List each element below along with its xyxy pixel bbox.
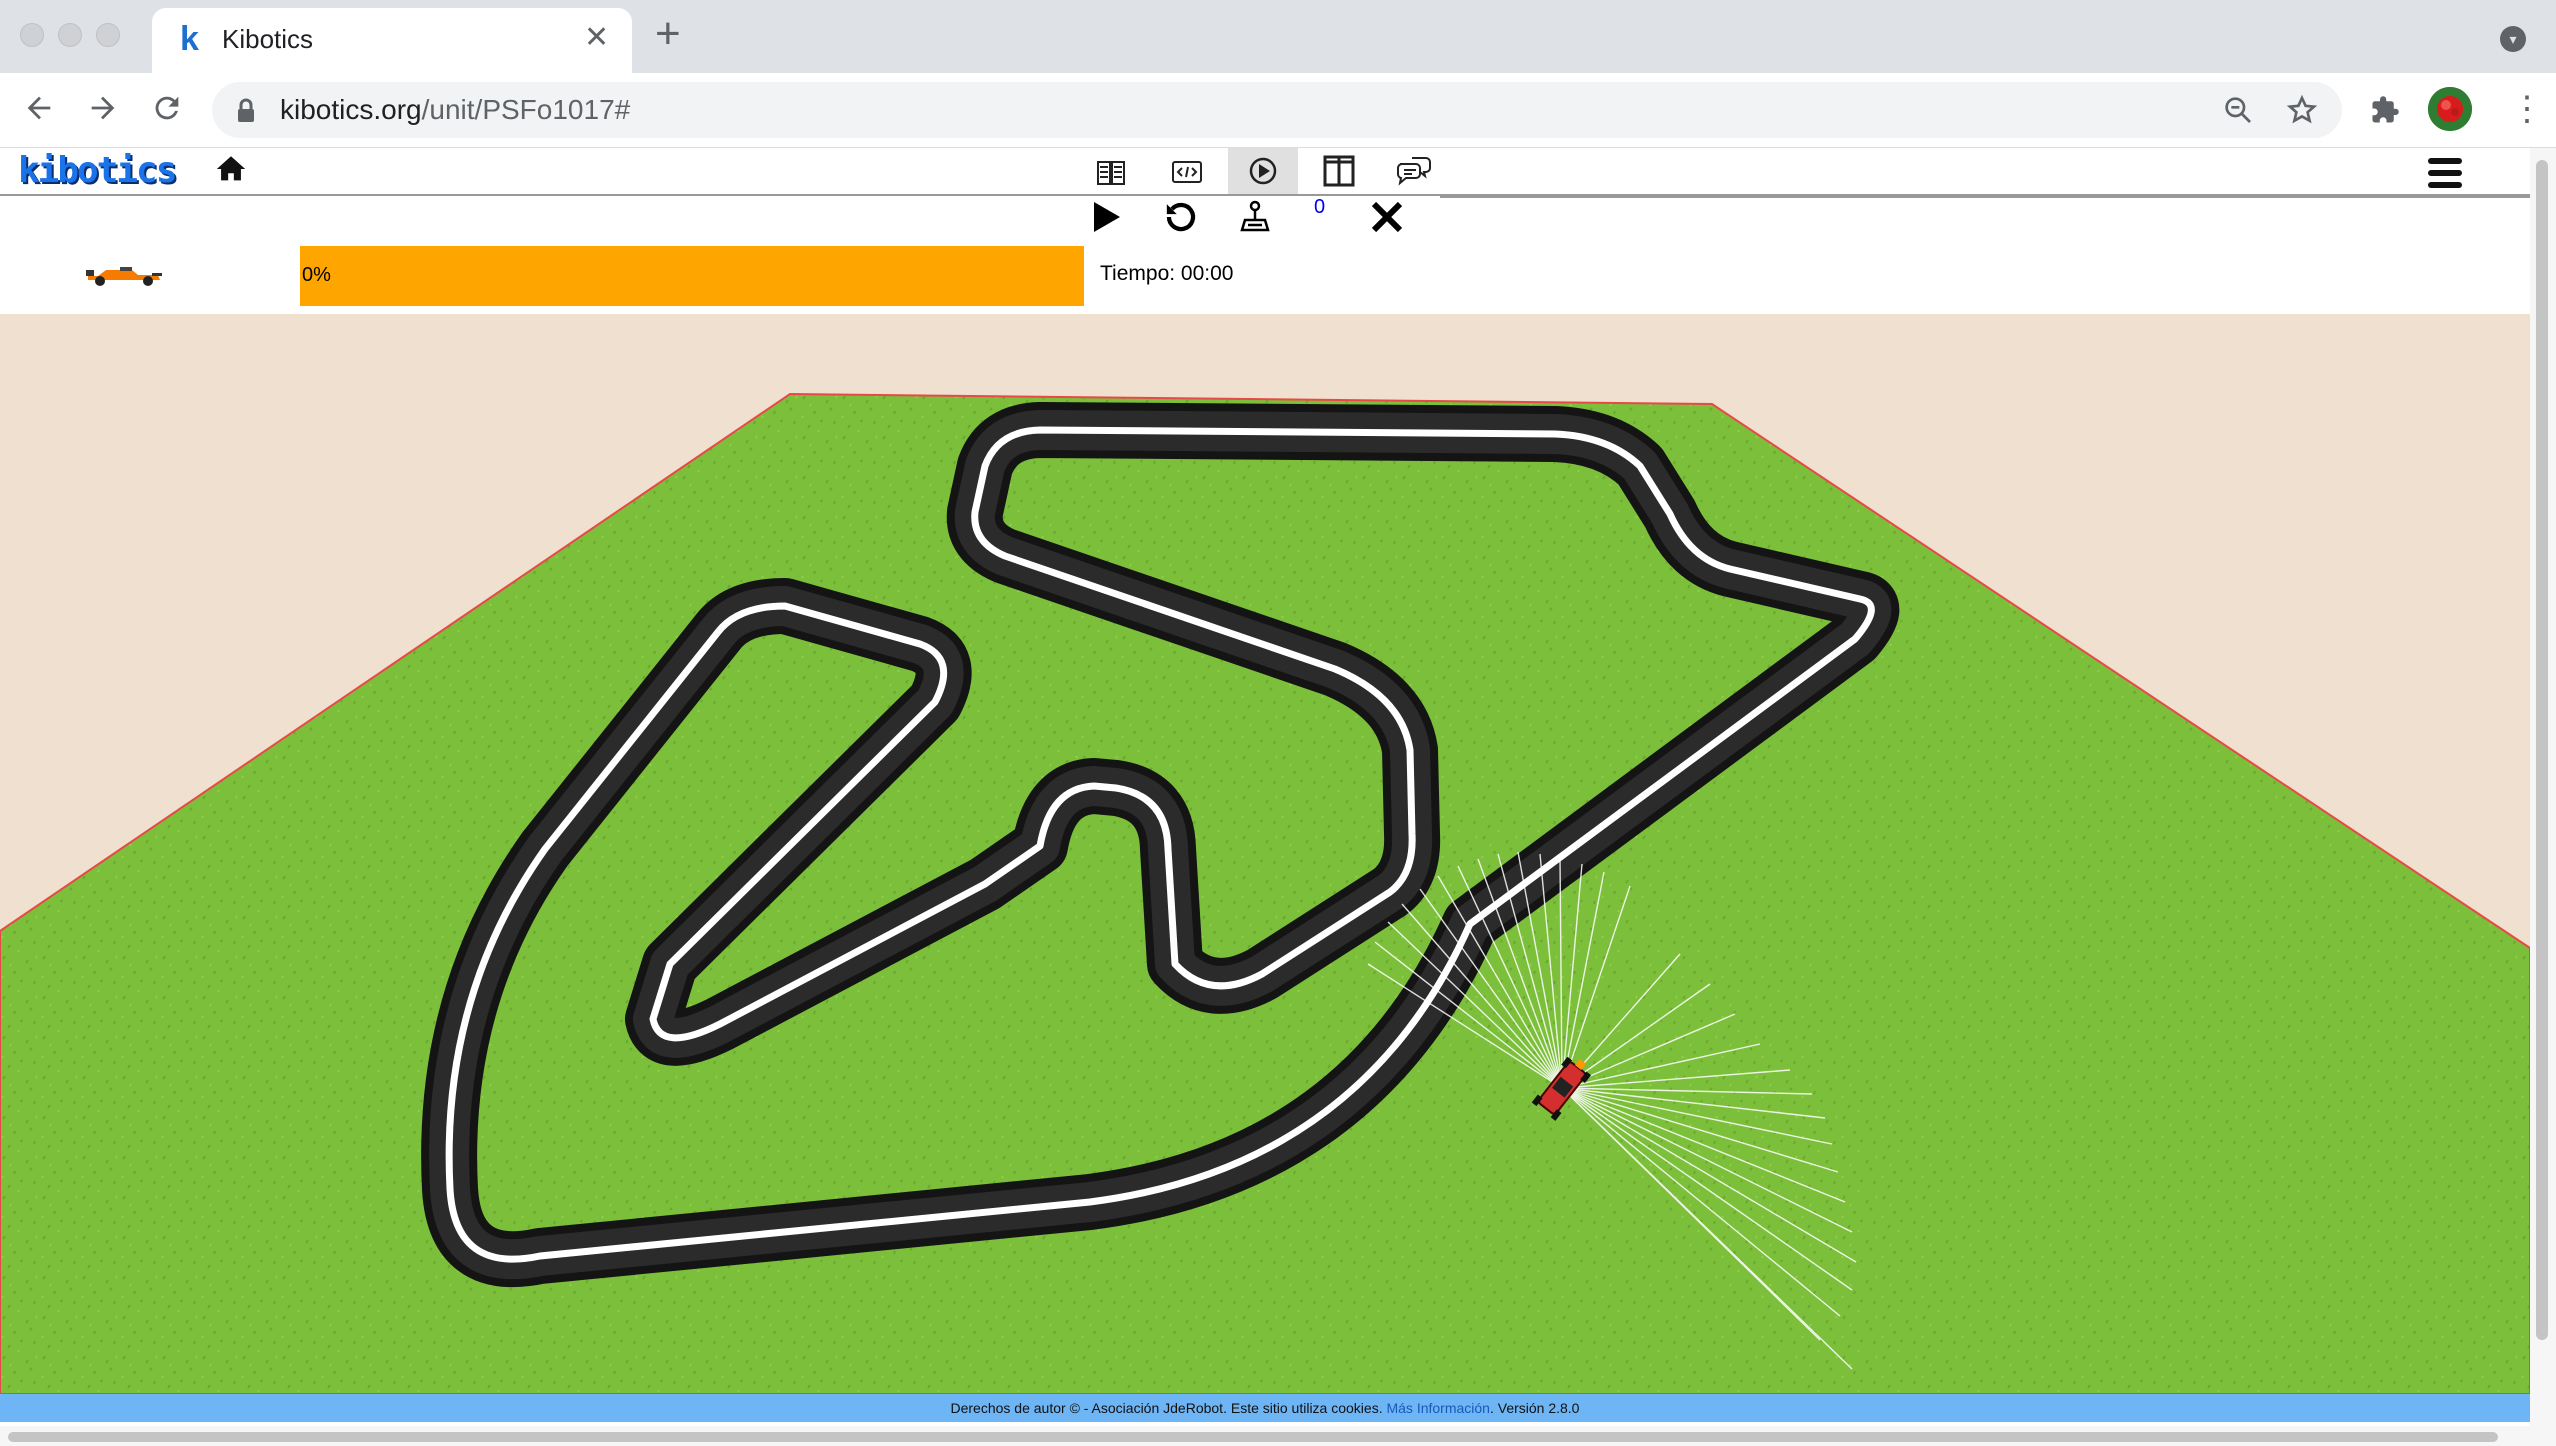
play-icon[interactable] bbox=[1090, 200, 1122, 239]
more-info-link[interactable]: Más Información bbox=[1386, 1400, 1489, 1416]
app-header: kibotics bbox=[0, 148, 2530, 196]
vertical-scroll-thumb[interactable] bbox=[2536, 160, 2548, 1340]
tab-search-icon[interactable]: ▾ bbox=[2500, 26, 2526, 52]
close-icon[interactable] bbox=[1370, 200, 1404, 239]
split-view-icon[interactable] bbox=[1304, 148, 1374, 194]
star-icon[interactable] bbox=[2286, 94, 2318, 131]
reset-icon[interactable] bbox=[1164, 200, 1198, 239]
code-icon[interactable] bbox=[1152, 148, 1222, 194]
maximize-window-button[interactable] bbox=[96, 23, 120, 47]
address-bar[interactable]: kibotics.org /unit/PSFo1017# bbox=[212, 82, 2342, 138]
page-footer: Derechos de autor © - Asociación JdeRobo… bbox=[0, 1394, 2530, 1422]
progress-label: 0% bbox=[302, 264, 331, 286]
score-counter: 0 bbox=[1314, 196, 1326, 218]
home-icon[interactable] bbox=[214, 152, 248, 191]
reload-icon[interactable] bbox=[150, 91, 184, 132]
footer-version: . Versión 2.8.0 bbox=[1489, 1400, 1580, 1416]
minimize-window-button[interactable] bbox=[58, 23, 82, 47]
controls-divider bbox=[1440, 196, 2530, 198]
new-tab-button[interactable]: + bbox=[655, 12, 681, 56]
lock-icon[interactable] bbox=[236, 98, 256, 129]
teleop-icon[interactable] bbox=[1238, 200, 1272, 239]
url-path: /unit/PSFo1017# bbox=[421, 94, 631, 125]
tab-strip: k Kibotics ✕ + ▾ bbox=[0, 0, 2556, 73]
close-window-button[interactable] bbox=[20, 23, 44, 47]
tab-title: Kibotics bbox=[222, 24, 314, 54]
formula-car-thumbnail bbox=[84, 256, 164, 291]
progress-bar: 0% bbox=[300, 246, 1084, 306]
simulation-icon[interactable] bbox=[1228, 148, 1298, 194]
browser-toolbar: kibotics.org /unit/PSFo1017# ⋮ bbox=[0, 73, 2556, 148]
kibotics-page: kibotics 0 0% Tiempo: 00:00 Derechos de … bbox=[0, 148, 2530, 1426]
back-icon[interactable] bbox=[22, 91, 56, 132]
kibotics-logo[interactable]: kibotics bbox=[18, 150, 177, 191]
horizontal-scroll-thumb[interactable] bbox=[8, 1432, 2498, 1442]
chat-icon[interactable] bbox=[1380, 148, 1450, 194]
profile-avatar[interactable] bbox=[2428, 87, 2472, 131]
timer-label: Tiempo: 00:00 bbox=[1100, 262, 1234, 285]
extensions-icon[interactable] bbox=[2370, 95, 2400, 130]
hamburger-menu-icon[interactable] bbox=[2428, 158, 2462, 193]
kibotics-favicon-icon: k bbox=[180, 20, 199, 58]
forward-icon[interactable] bbox=[86, 91, 120, 132]
close-tab-icon[interactable]: ✕ bbox=[584, 20, 609, 55]
url-host: kibotics.org bbox=[280, 94, 422, 125]
status-row: 0% Tiempo: 00:00 bbox=[0, 238, 2530, 306]
footer-text: Derechos de autor © - Asociación JdeRobo… bbox=[950, 1400, 1383, 1416]
zoom-icon[interactable] bbox=[2222, 94, 2254, 131]
browser-tab[interactable]: k Kibotics ✕ bbox=[152, 8, 632, 73]
simulation-controls: 0 bbox=[0, 196, 1440, 236]
theory-icon[interactable] bbox=[1076, 148, 1146, 194]
simulation-canvas[interactable] bbox=[0, 314, 2530, 1394]
menu-icon[interactable]: ⋮ bbox=[2510, 89, 2544, 129]
grass-field bbox=[0, 392, 2530, 1394]
